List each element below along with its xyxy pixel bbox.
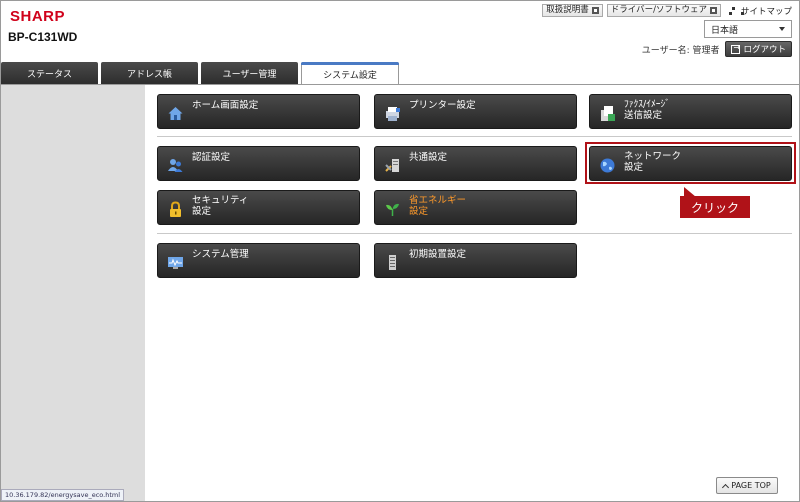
tab-status[interactable]: ステータス <box>1 62 98 84</box>
section-divider <box>157 136 792 137</box>
logout-icon <box>731 43 741 54</box>
tab-bar: ステータス アドレス帳 ユーザー管理 システム設定 <box>1 62 799 85</box>
common-settings-label: 共通設定 <box>409 152 448 163</box>
system-management-label: システム管理 <box>192 249 249 260</box>
energy-saving-settings-label: 省エネルギー 設定 <box>409 195 467 217</box>
manual-link[interactable]: 取扱説明書 <box>542 4 603 17</box>
driver-link[interactable]: ドライバー/ソフトウェア <box>606 4 721 17</box>
language-value: 日本語 <box>711 25 739 36</box>
common-settings-button[interactable]: 共通設定 <box>374 146 577 181</box>
logout-label: ログアウト <box>743 45 786 55</box>
home-screen-settings-button[interactable]: ホーム画面設定 <box>157 94 360 129</box>
authentication-settings-label: 認証設定 <box>192 152 231 163</box>
network-highlight-box <box>585 142 796 184</box>
security-settings-label: セキュリティ 設定 <box>192 195 249 217</box>
user-row: ユーザー名: 管理者 ログアウト <box>642 41 792 57</box>
model-name: BP-C131WD <box>8 30 78 44</box>
sitemap-link[interactable]: サイトマップ <box>728 5 792 17</box>
section-divider <box>157 233 792 234</box>
language-select[interactable]: 日本語 <box>704 20 792 38</box>
printer-settings-button[interactable]: プリンター設定 <box>374 94 577 129</box>
security-settings-button[interactable]: セキュリティ 設定 <box>157 190 360 225</box>
chevron-up-icon <box>722 483 730 491</box>
printer-icon <box>386 107 400 121</box>
external-link-icon <box>591 7 599 14</box>
authentication-settings-button[interactable]: 認証設定 <box>157 146 360 181</box>
users-icon <box>168 159 183 172</box>
chevron-down-icon <box>779 27 785 31</box>
printer-settings-label: プリンター設定 <box>409 100 476 111</box>
monitor-icon <box>168 257 183 269</box>
sitemap-icon <box>728 6 744 15</box>
fax-icon <box>601 106 615 121</box>
left-panel <box>1 85 145 501</box>
device-icon <box>389 255 396 270</box>
tab-system-settings[interactable]: システム設定 <box>301 62 399 85</box>
leaf-icon <box>386 203 399 216</box>
initial-setup-label: 初期設置設定 <box>409 249 467 260</box>
top-links: 取扱説明書 ドライバー/ソフトウェア サイトマップ <box>542 4 792 17</box>
status-bar-url: 10.36.179.82/energysave_eco.html <box>1 489 125 501</box>
external-link-icon <box>709 7 717 14</box>
lock-icon <box>170 201 181 217</box>
home-icon <box>168 107 183 120</box>
logout-button[interactable]: ログアウト <box>725 41 792 57</box>
manual-link-label: 取扱説明書 <box>546 5 589 15</box>
sitemap-label: サイトマップ <box>740 6 792 17</box>
tab-user-management[interactable]: ユーザー管理 <box>201 62 298 84</box>
click-callout: クリック <box>680 187 750 218</box>
home-screen-settings-label: ホーム画面設定 <box>192 100 259 111</box>
initial-setup-button[interactable]: 初期設置設定 <box>374 243 577 278</box>
fax-image-send-settings-label: ﾌｧｸｽ/ｲﾒｰｼﾞ 送信設定 <box>624 99 670 121</box>
sharp-logo: SHARP <box>10 8 66 25</box>
user-name: ユーザー名: 管理者 <box>641 45 720 56</box>
tools-icon <box>385 159 399 172</box>
system-management-button[interactable]: システム管理 <box>157 243 360 278</box>
tab-address-book[interactable]: アドレス帳 <box>101 62 198 84</box>
energy-saving-settings-button[interactable]: 省エネルギー 設定 <box>374 190 577 225</box>
fax-image-send-settings-button[interactable]: ﾌｧｸｽ/ｲﾒｰｼﾞ 送信設定 <box>589 94 792 129</box>
driver-link-label: ドライバー/ソフトウェア <box>610 5 707 15</box>
page-top-label: PAGE TOP <box>731 481 771 490</box>
page-top-button[interactable]: PAGE TOP <box>716 477 778 494</box>
